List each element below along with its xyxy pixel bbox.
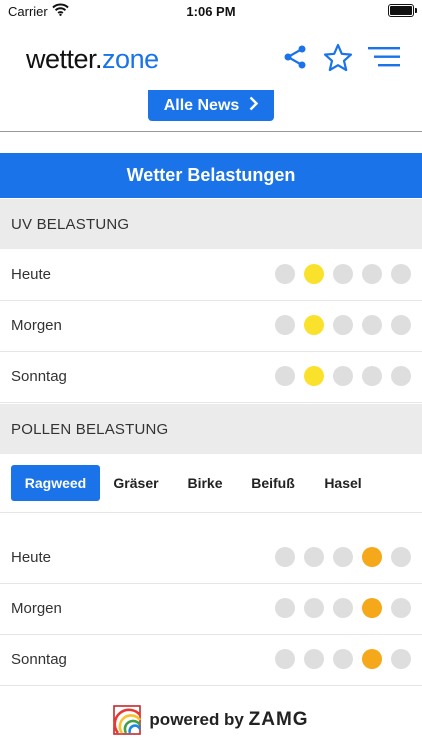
tab-ragweed[interactable]: Ragweed xyxy=(11,465,100,501)
header-divider xyxy=(0,131,422,132)
pollen-row-label: Sonntag xyxy=(11,651,67,668)
level-dot xyxy=(333,649,353,669)
level-dot xyxy=(391,366,411,386)
status-bar: Carrier 1:06 PM xyxy=(0,0,422,22)
level-dot xyxy=(275,315,295,335)
tab-birke[interactable]: Birke xyxy=(178,465,232,501)
zamg-logo-icon xyxy=(113,705,142,735)
level-dot xyxy=(275,264,295,284)
logo-text-zone: zone xyxy=(102,44,159,74)
level-dot-active xyxy=(304,264,324,284)
battery-icon xyxy=(388,4,417,17)
uv-level-indicator xyxy=(275,264,411,284)
zamg-brand: ZAMG xyxy=(248,709,309,730)
pollen-row-tomorrow: Morgen xyxy=(0,584,422,635)
logo-text-wetter: wetter. xyxy=(26,44,103,74)
powered-by-label: powered by xyxy=(149,710,244,729)
uv-row-label: Morgen xyxy=(11,317,62,334)
pollen-heading: POLLEN BELASTUNG xyxy=(0,404,422,454)
pollen-row-label: Morgen xyxy=(11,600,62,617)
uv-row-label: Heute xyxy=(11,266,52,283)
level-dot xyxy=(391,315,411,335)
pollen-tabs: Ragweed Gräser Birke Beifuß Hasel xyxy=(0,455,422,513)
level-dot xyxy=(391,264,411,284)
powered-by-footer[interactable]: powered by ZAMG xyxy=(0,700,422,740)
pollen-level-indicator xyxy=(275,547,411,567)
level-dot xyxy=(275,649,295,669)
pollen-row-label: Heute xyxy=(11,549,52,566)
pollen-level-indicator xyxy=(275,649,411,669)
menu-icon[interactable] xyxy=(368,42,400,72)
uv-row-tomorrow: Morgen xyxy=(0,301,422,352)
pollen-row-sunday: Sonntag xyxy=(0,635,422,686)
level-dot xyxy=(391,598,411,618)
level-dot xyxy=(362,366,382,386)
chevron-right-icon xyxy=(249,96,259,116)
wetter-zone-logo[interactable]: wetter.zone xyxy=(26,44,159,75)
powered-by-text: powered by ZAMG xyxy=(149,709,308,731)
level-dot xyxy=(275,547,295,567)
app-header: wetter.zone xyxy=(0,22,422,92)
level-dot xyxy=(304,649,324,669)
uv-heading: UV BELASTUNG xyxy=(0,199,422,249)
uv-level-indicator xyxy=(275,315,411,335)
uv-level-indicator xyxy=(275,366,411,386)
level-dot xyxy=(304,547,324,567)
alle-news-button[interactable]: Alle News xyxy=(148,90,274,121)
share-icon[interactable] xyxy=(280,42,310,72)
level-dot xyxy=(304,598,324,618)
uv-row-sunday: Sonntag xyxy=(0,352,422,403)
level-dot xyxy=(391,649,411,669)
favorite-star-icon[interactable] xyxy=(323,42,353,72)
tab-graeser[interactable]: Gräser xyxy=(104,465,168,501)
clock: 1:06 PM xyxy=(186,4,236,19)
level-dot xyxy=(362,264,382,284)
level-dot xyxy=(275,598,295,618)
section-title: Wetter Belastungen xyxy=(0,153,422,198)
uv-row-today: Heute xyxy=(0,250,422,301)
level-dot xyxy=(275,366,295,386)
uv-row-label: Sonntag xyxy=(11,368,67,385)
pollen-level-indicator xyxy=(275,598,411,618)
pollen-row-today: Heute xyxy=(0,533,422,584)
level-dot-active xyxy=(362,598,382,618)
level-dot-active xyxy=(362,649,382,669)
level-dot-active xyxy=(304,366,324,386)
tab-beifuss[interactable]: Beifuß xyxy=(242,465,304,501)
level-dot xyxy=(391,547,411,567)
level-dot xyxy=(333,315,353,335)
level-dot-active xyxy=(304,315,324,335)
level-dot xyxy=(333,366,353,386)
level-dot xyxy=(333,547,353,567)
level-dot xyxy=(333,264,353,284)
tab-hasel[interactable]: Hasel xyxy=(314,465,372,501)
level-dot xyxy=(362,315,382,335)
level-dot xyxy=(333,598,353,618)
level-dot-active xyxy=(362,547,382,567)
alle-news-label: Alle News xyxy=(163,96,240,114)
